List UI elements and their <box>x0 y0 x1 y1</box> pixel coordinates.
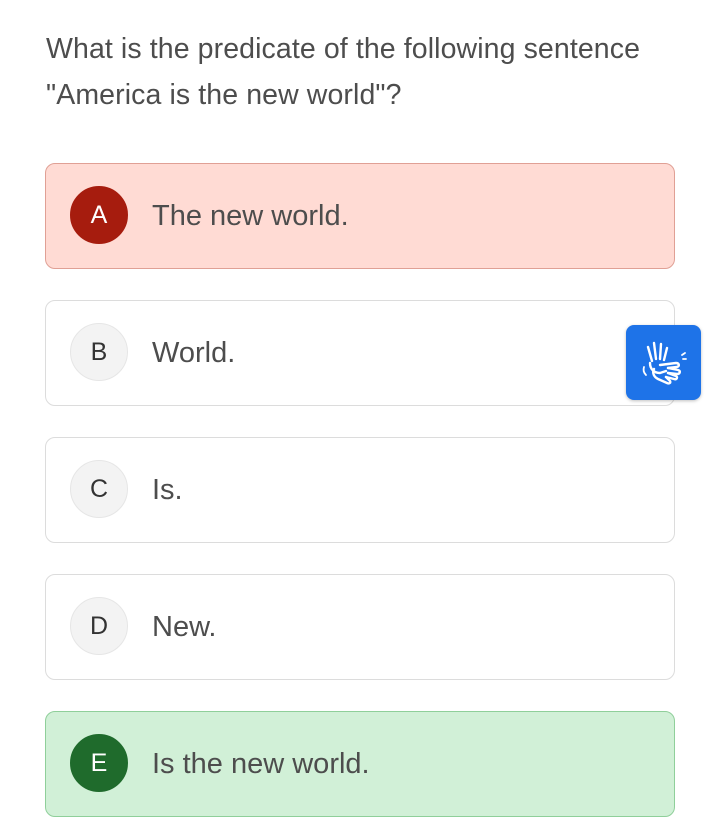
option-label: World. <box>152 337 236 369</box>
option-e[interactable]: E Is the new world. <box>45 711 675 817</box>
option-label: The new world. <box>152 200 349 232</box>
option-label: Is. <box>152 474 183 506</box>
option-letter-badge: D <box>70 597 128 655</box>
sign-language-button[interactable] <box>626 325 701 400</box>
quiz-page: What is the predicate of the following s… <box>0 0 720 840</box>
option-label: New. <box>152 611 217 643</box>
option-a[interactable]: A The new world. <box>45 163 675 269</box>
option-d[interactable]: D New. <box>45 574 675 680</box>
sign-language-icon <box>642 341 687 385</box>
option-letter-badge: E <box>70 734 128 792</box>
question-text: What is the predicate of the following s… <box>46 33 641 111</box>
option-b[interactable]: B World. <box>45 300 675 406</box>
option-letter-badge: C <box>70 460 128 518</box>
option-letter-badge: B <box>70 323 128 381</box>
option-letter-badge: A <box>70 186 128 244</box>
option-c[interactable]: C Is. <box>45 437 675 543</box>
option-label: Is the new world. <box>152 748 370 780</box>
